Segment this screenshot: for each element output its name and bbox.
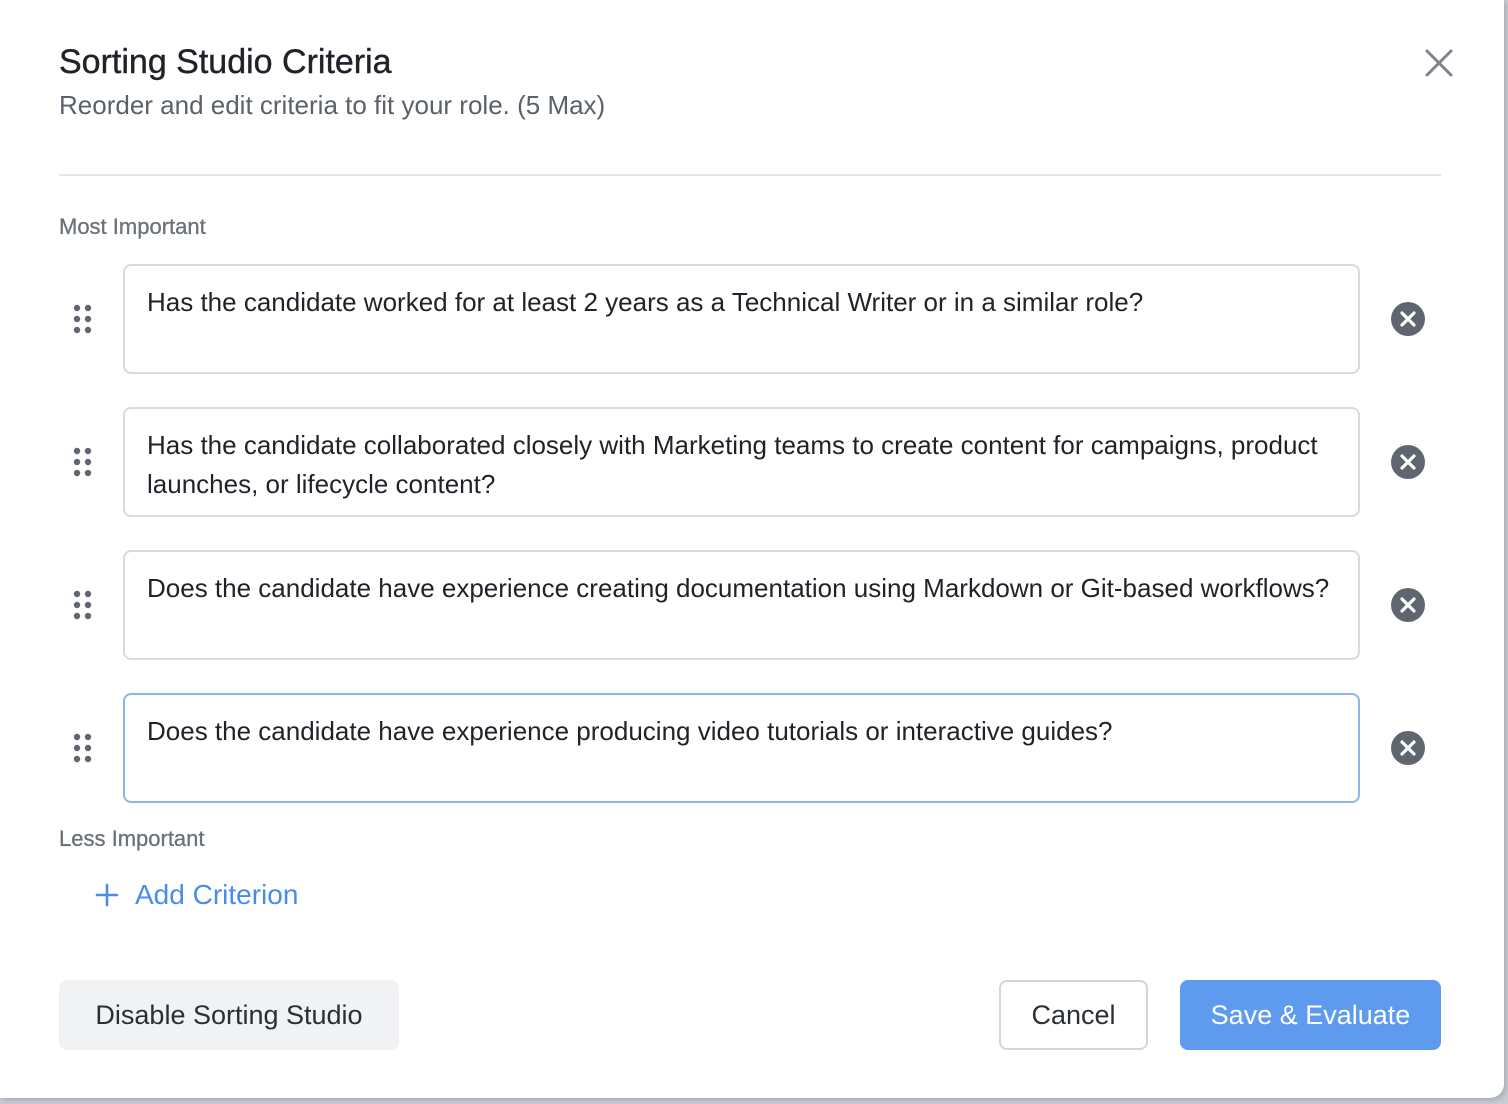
remove-criterion-button[interactable] xyxy=(1391,731,1425,765)
add-criterion-button[interactable]: Add Criterion xyxy=(94,876,298,914)
drag-handle-icon xyxy=(73,304,92,334)
drag-handle-icon xyxy=(73,590,92,620)
criterion-input[interactable]: Has the candidate worked for at least 2 … xyxy=(123,264,1360,374)
remove-criterion-button[interactable] xyxy=(1391,445,1425,479)
most-important-label: Most Important xyxy=(59,214,206,239)
less-important-label: Less Important xyxy=(59,826,205,851)
remove-circle-icon xyxy=(1391,302,1425,336)
header-divider xyxy=(59,174,1441,176)
remove-circle-icon xyxy=(1391,731,1425,765)
drag-handle[interactable] xyxy=(73,733,93,763)
drag-handle[interactable] xyxy=(73,447,93,477)
close-icon xyxy=(1425,49,1453,77)
save-evaluate-button[interactable]: Save & Evaluate xyxy=(1180,980,1441,1050)
drag-handle[interactable] xyxy=(73,590,93,620)
remove-criterion-button[interactable] xyxy=(1391,588,1425,622)
criterion-row: Has the candidate collaborated closely w… xyxy=(59,407,1441,517)
plus-icon xyxy=(95,883,119,907)
criterion-row: Does the candidate have experience produ… xyxy=(59,693,1441,803)
criterion-input[interactable]: Does the candidate have experience creat… xyxy=(123,550,1360,660)
add-criterion-label: Add Criterion xyxy=(135,879,299,910)
remove-circle-icon xyxy=(1391,445,1425,479)
remove-criterion-button[interactable] xyxy=(1391,302,1425,336)
criterion-input[interactable]: Has the candidate collaborated closely w… xyxy=(123,407,1360,517)
sorting-studio-dialog: Sorting Studio Criteria Reorder and edit… xyxy=(0,0,1504,1098)
drag-handle[interactable] xyxy=(73,304,93,334)
drag-handle-icon xyxy=(73,733,92,763)
cancel-button[interactable]: Cancel xyxy=(999,980,1148,1050)
dialog-subtitle: Reorder and edit criteria to fit your ro… xyxy=(59,90,606,120)
criterion-input[interactable]: Does the candidate have experience produ… xyxy=(123,693,1360,803)
disable-sorting-studio-button[interactable]: Disable Sorting Studio xyxy=(59,980,399,1050)
dialog-title: Sorting Studio Criteria xyxy=(59,43,392,81)
criterion-row: Does the candidate have experience creat… xyxy=(59,550,1441,660)
criterion-row: Has the candidate worked for at least 2 … xyxy=(59,264,1441,374)
remove-circle-icon xyxy=(1391,588,1425,622)
drag-handle-icon xyxy=(73,447,92,477)
close-button[interactable] xyxy=(1418,42,1460,84)
